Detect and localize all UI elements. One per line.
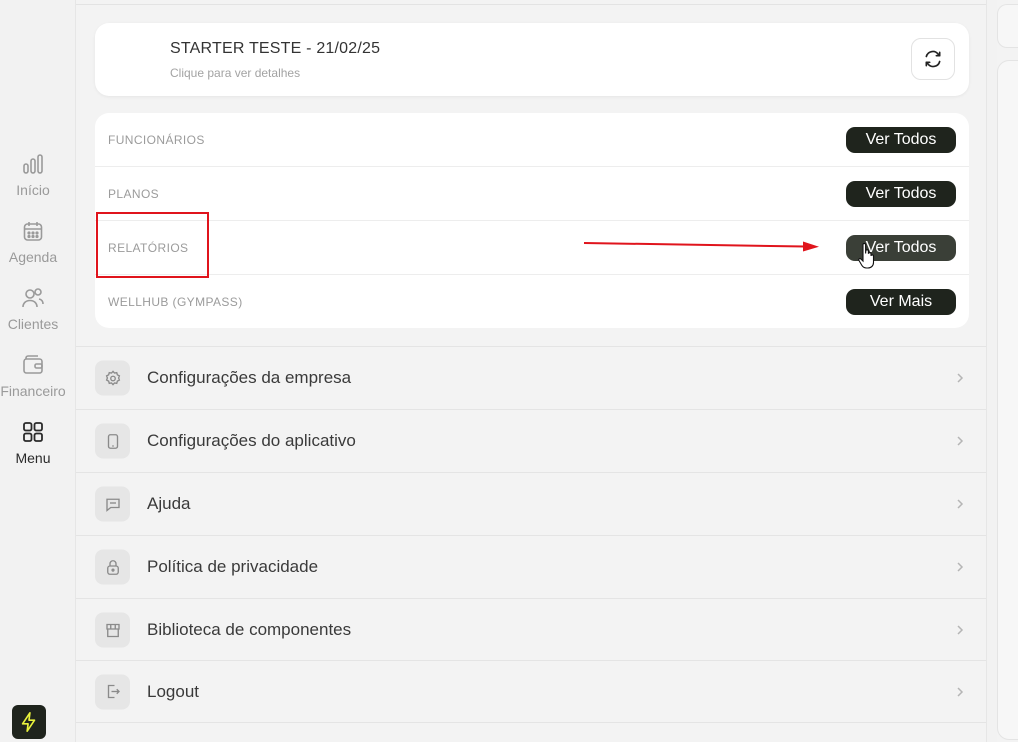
section-label: FUNCIONÁRIOS	[108, 132, 205, 147]
lock-icon	[106, 559, 119, 575]
logout-icon	[107, 684, 120, 699]
nav-item-inicio[interactable]: Início	[0, 140, 66, 200]
nav-label-financeiro: Financeiro	[0, 383, 66, 399]
nav-label-menu: Menu	[15, 450, 51, 466]
main-panel: STARTER TESTE - 21/02/25 Clique para ver…	[75, 0, 987, 742]
menu-label: Política de privacidade	[147, 557, 319, 576]
right-panel-card	[997, 4, 1018, 48]
hand-cursor-icon	[858, 242, 875, 269]
menu-label: Configurações do aplicativo	[147, 431, 356, 450]
ver-todos-funcionarios-button[interactable]: Ver Todos	[846, 126, 956, 153]
nav-label-clientes: Clientes	[7, 316, 59, 332]
menu-item-biblioteca-componentes[interactable]: Biblioteca de componentes	[76, 598, 986, 661]
ver-mais-wellhub-button[interactable]: Ver Mais	[846, 289, 956, 315]
menu-item-logout[interactable]: Logout	[76, 660, 986, 723]
company-card[interactable]: STARTER TESTE - 21/02/25 Clique para ver…	[95, 23, 969, 96]
section-label: WELLHUB (GYMPASS)	[108, 295, 243, 309]
menu-icon-box	[95, 674, 130, 709]
section-label: PLANOS	[108, 186, 160, 201]
section-row-planos: PLANOS Ver Todos	[95, 167, 969, 221]
menu-label: Configurações da empresa	[147, 368, 352, 387]
chat-icon	[105, 498, 120, 512]
chevron-right-icon	[957, 686, 964, 697]
switch-company-button[interactable]	[911, 38, 955, 80]
nav-item-clientes[interactable]: Clientes	[0, 274, 66, 334]
company-subtitle: Clique para ver detalhes	[170, 66, 301, 80]
menu-label: Biblioteca de componentes	[147, 620, 352, 639]
nav-item-financeiro[interactable]: Financeiro	[0, 341, 66, 401]
section-row-wellhub: WELLHUB (GYMPASS) Ver Mais	[95, 275, 969, 329]
nav-item-menu[interactable]: Menu	[0, 408, 66, 468]
menu-item-politica-privacidade[interactable]: Política de privacidade	[76, 535, 986, 598]
section-row-funcionarios: FUNCIONÁRIOS Ver Todos	[95, 113, 969, 167]
menu-label: Logout	[147, 681, 199, 701]
menu-icon-box	[95, 423, 130, 459]
nav-item-agenda[interactable]: Agenda	[0, 207, 66, 267]
nav-label-inicio: Início	[16, 182, 50, 198]
right-panel-card	[997, 60, 1018, 740]
gear-icon	[105, 369, 120, 386]
menu-item-configuracoes-empresa[interactable]: Configurações da empresa	[76, 346, 986, 409]
annotation-highlight-box	[96, 212, 209, 278]
chevron-right-icon	[957, 562, 964, 572]
menu-icon-box	[95, 360, 130, 396]
chevron-right-icon	[957, 373, 964, 383]
menu-item-configuracoes-aplicativo[interactable]: Configurações do aplicativo	[76, 409, 986, 472]
menu-icon-box	[95, 612, 130, 648]
sections-card: FUNCIONÁRIOS Ver Todos PLANOS Ver Todos …	[95, 113, 969, 328]
menu-icon-box	[95, 549, 130, 585]
sidebar-nav: Início Agenda Clientes Financeiro Menu	[0, 0, 66, 742]
refresh-icon	[925, 50, 941, 68]
chevron-right-icon	[957, 436, 964, 446]
phone-icon	[107, 433, 118, 449]
bar-chart-icon	[23, 154, 43, 174]
nav-label-agenda: Agenda	[8, 249, 58, 265]
chevron-right-icon	[957, 499, 964, 509]
top-divider	[76, 4, 986, 5]
menu-item-ajuda[interactable]: Ajuda	[76, 472, 986, 535]
ver-todos-planos-button[interactable]: Ver Todos	[846, 180, 956, 207]
annotation-arrow	[583, 241, 819, 252]
store-icon	[105, 623, 120, 637]
menu-label: Ajuda	[147, 494, 191, 513]
calendar-icon	[23, 222, 43, 241]
wallet-icon	[23, 355, 43, 374]
company-title: STARTER TESTE - 21/02/25	[170, 40, 381, 57]
chevron-right-icon	[957, 625, 964, 635]
grid-icon	[23, 422, 43, 442]
users-icon	[22, 288, 44, 308]
section-row-relatorios: RELATÓRIOS Ver Todos	[95, 221, 969, 275]
lightning-bolt-icon	[21, 712, 36, 732]
app-logo[interactable]	[12, 705, 46, 739]
menu-icon-box	[95, 486, 130, 522]
